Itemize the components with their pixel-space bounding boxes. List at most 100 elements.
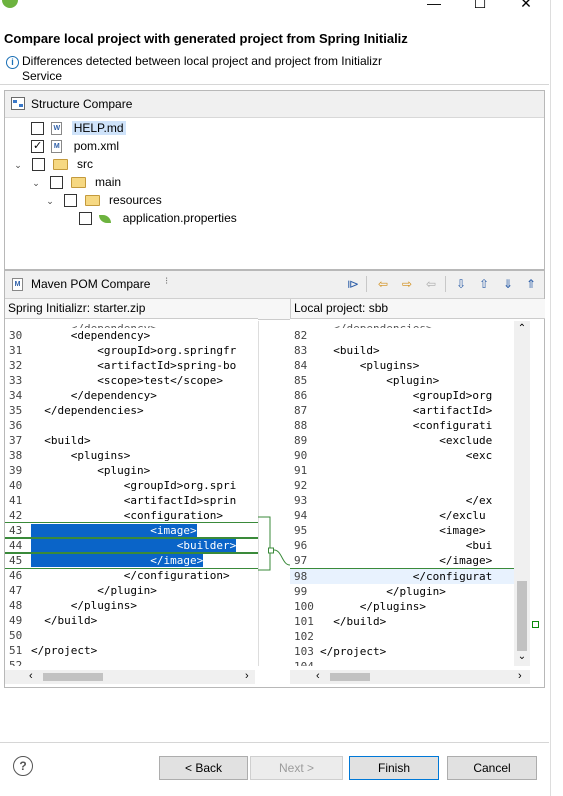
code-text: </configuration>: [31, 569, 230, 582]
code-line: 44 <builder>: [5, 537, 258, 554]
scrollbar-thumb[interactable]: [330, 673, 370, 681]
code-line: 95 <image>: [290, 523, 514, 538]
help-icon[interactable]: ?: [13, 756, 33, 776]
chevron-down-icon[interactable]: ⌄: [45, 192, 55, 210]
code-text: </dependencies>: [31, 404, 144, 417]
tree-item-resources[interactable]: ⌄ resources: [45, 191, 345, 209]
checkbox[interactable]: [79, 212, 92, 226]
scroll-up-arrow-icon[interactable]: ⌃: [516, 323, 528, 334]
code-line: 50: [5, 628, 258, 643]
code-line: 99 </plugin>: [290, 584, 514, 599]
scroll-right-arrow-icon[interactable]: ›: [245, 670, 249, 682]
tree-item-src[interactable]: ⌄ src: [13, 155, 313, 173]
copy-change-to-right-icon[interactable]: ⇦: [424, 277, 438, 291]
line-number: 88: [294, 419, 308, 432]
back-button[interactable]: < Back: [159, 756, 248, 780]
finish-button[interactable]: Finish: [349, 756, 439, 780]
checkbox[interactable]: [64, 194, 78, 208]
code-line: 87 <artifactId>: [290, 403, 514, 418]
code-text: </plugin>: [320, 585, 446, 598]
line-number: 104: [290, 659, 320, 666]
line-number: 40: [9, 479, 23, 492]
code-line: 88 <configurati: [290, 418, 514, 433]
structure-compare-icon: [11, 97, 25, 110]
tree-item-main[interactable]: ⌄ main: [31, 173, 331, 191]
spring-leaf-icon: [99, 214, 112, 223]
close-button[interactable]: ✕: [514, 0, 538, 12]
vertical-scrollbar[interactable]: ⌃ ⌄: [514, 321, 530, 666]
ignore-whitespace-icon[interactable]: ⧐: [346, 277, 360, 291]
maximize-button[interactable]: ☐: [468, 0, 492, 12]
chevron-down-icon[interactable]: ⌄: [31, 174, 41, 192]
maven-compare-title: Maven POM Compare: [31, 277, 151, 291]
next-difference-icon[interactable]: ⇩: [454, 277, 468, 291]
code-line: 47 </plugin>: [5, 583, 258, 598]
code-line: 96 <bui: [290, 538, 514, 553]
checkbox[interactable]: [31, 137, 44, 155]
folder-icon: [70, 177, 86, 189]
copy-all-to-left-icon[interactable]: ⇦: [376, 277, 390, 291]
previous-change-icon[interactable]: ⇑: [524, 277, 538, 291]
line-number: 34: [9, 389, 23, 402]
next-button[interactable]: Next >: [250, 756, 343, 780]
scroll-left-arrow-icon[interactable]: ‹: [316, 670, 320, 682]
right-horizontal-scrollbar[interactable]: ‹ ›: [290, 670, 530, 684]
checkbox[interactable]: [32, 158, 46, 172]
line-number: 33: [9, 374, 23, 387]
drag-handle-icon[interactable]: ⁝: [165, 276, 168, 287]
line-number: 52: [9, 659, 23, 666]
folder-icon: [52, 159, 68, 171]
info-icon: i: [6, 56, 19, 69]
code-text: <plugin>: [31, 464, 151, 477]
copy-change-to-left-icon[interactable]: ⇨: [400, 277, 414, 291]
code-text: <build>: [320, 344, 380, 357]
scrollbar-thumb[interactable]: [43, 673, 103, 681]
maven-compare-toolbar: M Maven POM Compare ⁝ ⧐ ⇦ ⇨ ⇦ ⇩ ⇧ ⇓ ⇑: [5, 271, 544, 299]
line-number: 97: [294, 554, 308, 567]
line-number: 51: [9, 644, 23, 657]
code-text: <plugins>: [320, 359, 420, 372]
code-line: 100 </plugins>: [290, 599, 514, 614]
scroll-left-arrow-icon[interactable]: ‹: [29, 670, 33, 682]
checkbox[interactable]: [31, 122, 44, 136]
line-number: 90: [294, 449, 308, 462]
code-line: 93 </ex: [290, 493, 514, 508]
cancel-button[interactable]: Cancel: [447, 756, 537, 780]
line-number: 48: [9, 599, 23, 612]
structure-compare-title: Structure Compare: [31, 97, 133, 111]
left-pane-title: Spring Initializr: starter.zip: [5, 299, 258, 319]
left-code-pane[interactable]: </dependency> 30 <dependency>31 <groupId…: [5, 321, 259, 666]
document-file-icon: W: [51, 122, 63, 136]
checkbox[interactable]: [50, 176, 64, 190]
left-horizontal-scrollbar[interactable]: ‹ ›: [5, 670, 255, 684]
scroll-down-arrow-icon[interactable]: ⌄: [516, 651, 528, 662]
code-text: <plugins>: [31, 449, 131, 462]
code-text: </plugins>: [320, 600, 426, 613]
code-text: <groupId>org.springfr: [31, 344, 237, 357]
tree-item-application-properties[interactable]: application.properties: [79, 209, 379, 227]
scroll-right-arrow-icon[interactable]: ›: [518, 670, 522, 682]
tree-item-pom-xml[interactable]: M pom.xml: [31, 137, 331, 155]
code-text: </project>: [320, 645, 387, 658]
code-line: 101 </build>: [290, 614, 514, 629]
line-number: 37: [9, 434, 23, 447]
overview-change-marker[interactable]: [532, 621, 539, 628]
code-line: 40 <groupId>org.spri: [5, 478, 258, 493]
footer-divider: [0, 742, 549, 743]
code-text: </project>: [31, 644, 98, 657]
chevron-down-icon[interactable]: ⌄: [13, 156, 23, 174]
line-number: 36: [9, 419, 23, 432]
minimize-button[interactable]: —: [422, 0, 446, 12]
previous-difference-icon[interactable]: ⇧: [477, 277, 491, 291]
scrollbar-thumb[interactable]: [517, 581, 527, 651]
code-line: 103 </project>: [290, 644, 514, 659]
code-text: </exclu: [320, 509, 486, 522]
tree-item-help-md[interactable]: W HELP.md: [31, 119, 331, 137]
next-change-icon[interactable]: ⇓: [501, 277, 515, 291]
right-code-pane[interactable]: </dependencies> 8283 <build>84 <plugins>…: [290, 321, 514, 666]
code-text: <exc: [320, 449, 493, 462]
code-line: 98 </configurat: [290, 568, 514, 584]
line-number: 38: [9, 449, 23, 462]
code-text: <groupId>org.spri: [31, 479, 237, 492]
line-number: 49: [9, 614, 23, 627]
